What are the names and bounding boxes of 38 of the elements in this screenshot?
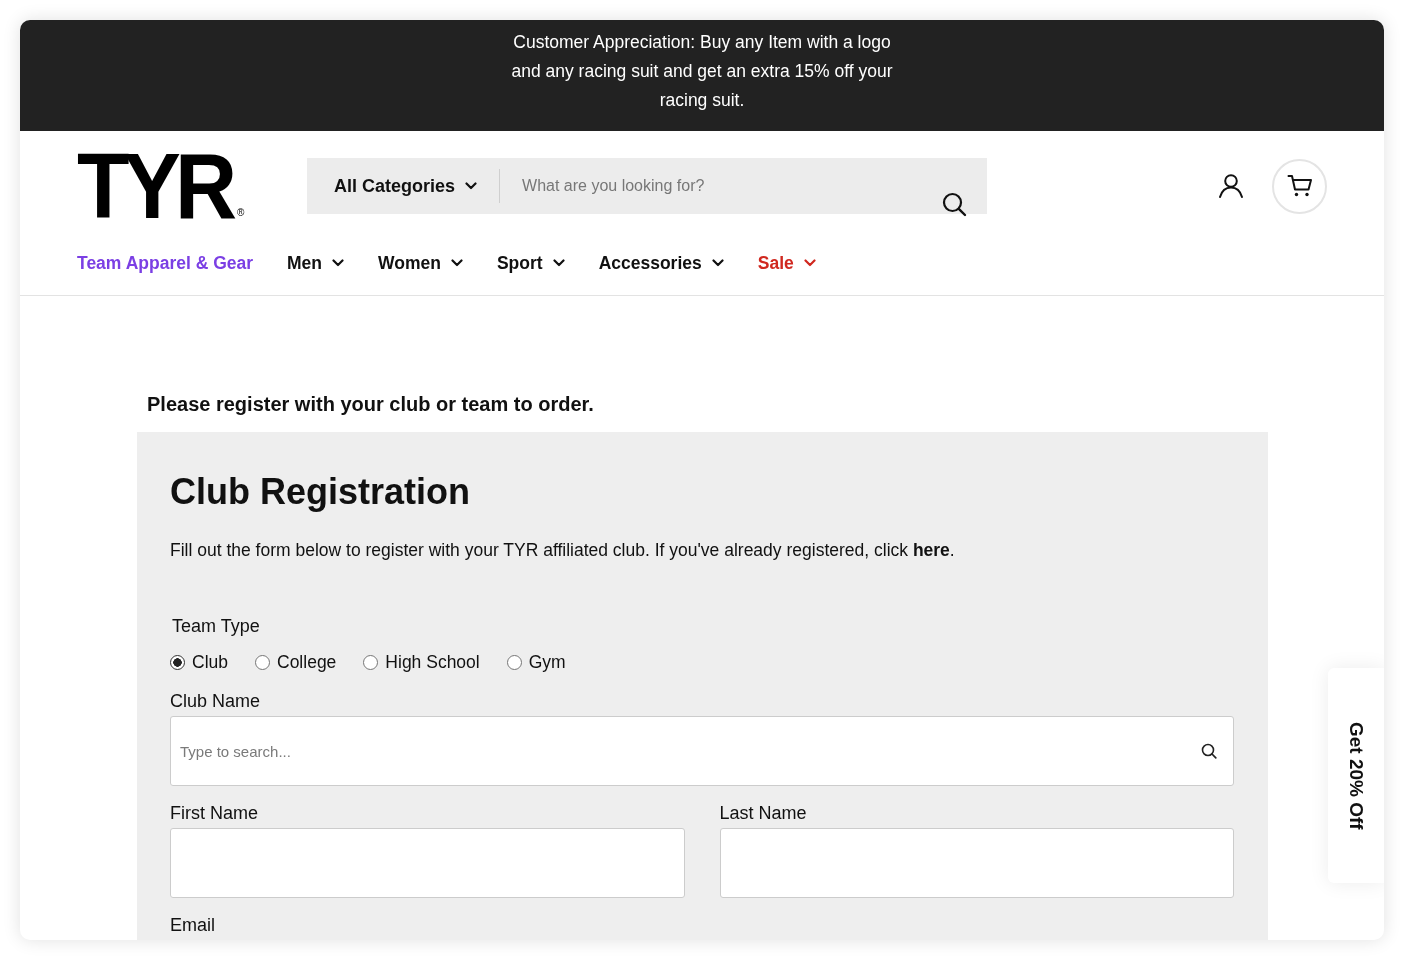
nav-link[interactable]: Sport xyxy=(496,252,565,274)
user-icon[interactable] xyxy=(1218,174,1244,198)
discount-tab[interactable]: Get 20% Off xyxy=(1328,668,1384,883)
input-field[interactable] xyxy=(170,828,685,898)
nav-link[interactable]: Sale xyxy=(757,252,816,274)
radio-option[interactable]: High School xyxy=(363,650,480,674)
search-box[interactable]: What are you looking for? xyxy=(477,158,987,214)
here-link[interactable]: here xyxy=(912,540,950,560)
nav-link[interactable]: Accessories xyxy=(598,252,724,274)
search-box[interactable]: Type to search... xyxy=(170,716,1234,786)
notice-text: Please register with your club or team to order. xyxy=(147,392,595,416)
search-icon[interactable] xyxy=(1201,743,1217,759)
brand-logo[interactable]: TYR® xyxy=(77,154,247,218)
nav-link[interactable]: Women xyxy=(378,252,463,274)
announcement-text: Customer Appreciation: Buy any Item with a logo and any racing suit and get an extra 15% off your racing suit. xyxy=(510,31,894,112)
intro-text: Fill out the form below to register with your TYR affiliated club. If you've already registered, click here. xyxy=(170,539,956,562)
search-icon[interactable] xyxy=(942,192,967,217)
radio-option[interactable]: Club xyxy=(170,650,228,674)
radio-button[interactable] xyxy=(255,654,270,670)
search-field[interactable]: Type to search... xyxy=(180,742,1201,760)
input-field[interactable] xyxy=(719,828,1234,898)
form-title: Club Registration xyxy=(170,470,471,514)
nav-link[interactable]: Men xyxy=(287,252,345,274)
field-label: Team Type xyxy=(172,615,261,638)
radio-button[interactable] xyxy=(170,654,185,670)
radio-button[interactable] xyxy=(506,654,522,670)
field-label: Email xyxy=(170,914,216,937)
chevron-down-icon xyxy=(465,182,478,190)
field-label: First Name xyxy=(170,802,259,825)
radio-option[interactable]: College xyxy=(255,650,337,674)
field-label: Last Name xyxy=(719,802,808,825)
search-field[interactable]: What are you looking for? xyxy=(522,174,932,198)
radio-option[interactable]: Gym xyxy=(506,650,566,674)
field-label: Club Name xyxy=(170,690,262,713)
cart-icon xyxy=(1286,174,1313,198)
radio-button[interactable] xyxy=(363,654,379,670)
category-dropdown[interactable]: All Categories xyxy=(307,158,478,214)
nav-link[interactable]: Team Apparel & Gear xyxy=(77,252,254,274)
